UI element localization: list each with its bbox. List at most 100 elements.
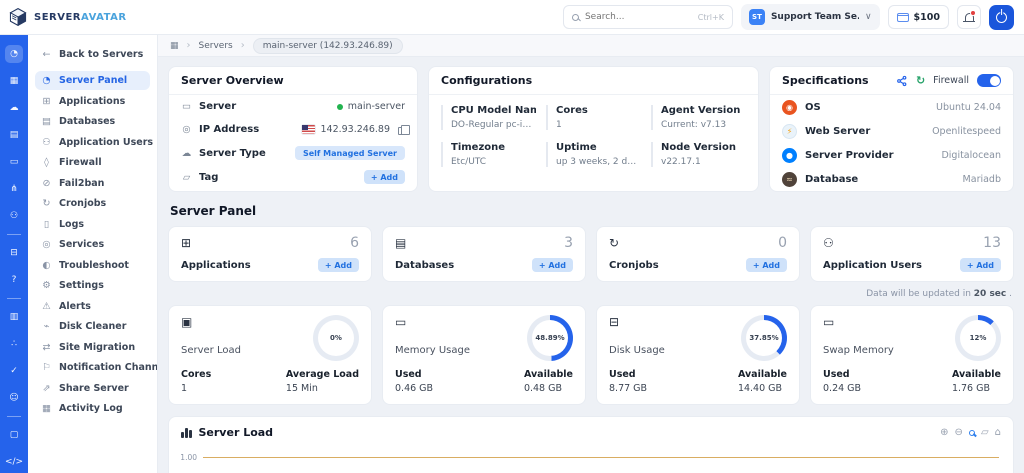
sidebar-item-troubleshoot[interactable]: ◐ Troubleshoot: [35, 256, 150, 275]
sidebar-item-server-panel[interactable]: ◔ Server Panel: [35, 71, 150, 90]
memory-usage-donut: 48.89%: [527, 315, 573, 361]
stat-count: 6: [350, 235, 359, 251]
copy-icon[interactable]: [398, 127, 405, 135]
sidebar-item-fail2ban[interactable]: ⊘ Fail2ban: [35, 174, 150, 193]
balance-button[interactable]: $100: [888, 5, 949, 29]
sidebar-back-to-servers[interactable]: ← Back to Servers: [35, 45, 150, 64]
notifications-button[interactable]: [957, 5, 981, 29]
search-input[interactable]: [585, 12, 692, 22]
config-label: Agent Version: [661, 105, 746, 116]
sidebar-item-site-migration[interactable]: ⇄ Site Migration: [35, 338, 150, 357]
donut-percent: 12%: [955, 315, 1001, 361]
sidebar-item-cronjobs[interactable]: ↻ Cronjobs: [35, 194, 150, 213]
overview-server-row: ▭Server main-server: [169, 95, 417, 118]
rail-divider: [7, 416, 21, 417]
cronjobs-icon: ↻: [609, 236, 619, 250]
refresh-icon[interactable]: ↻: [916, 75, 925, 86]
metric-label: Swap Memory: [823, 345, 894, 356]
firewall-toggle[interactable]: [977, 74, 1001, 87]
add-cronjob-button[interactable]: + Add: [746, 258, 787, 272]
sidebar-item-firewall[interactable]: ◊ Firewall: [35, 153, 150, 172]
zoom-in-icon[interactable]: ⊕: [940, 428, 948, 438]
disk-icon: ⊟: [609, 315, 665, 329]
metric-sub-label: Average Load: [286, 369, 359, 380]
sidebar-item-logs[interactable]: ▯ Logs: [35, 215, 150, 234]
pan-icon[interactable]: ▱: [981, 428, 989, 438]
server-load-donut: 0%: [313, 315, 359, 361]
sidebar-item-settings[interactable]: ⚙ Settings: [35, 276, 150, 295]
chart-plot-area[interactable]: 1.00: [169, 443, 1013, 462]
billing-icon[interactable]: ⊟: [5, 244, 23, 262]
sidebar-item-applications[interactable]: ⊞ Applications: [35, 92, 150, 111]
sidebar-item-notification-channels[interactable]: ⚐ Notification Channels: [35, 358, 150, 377]
stat-card-databases[interactable]: ▤3 Databases+ Add: [382, 226, 586, 282]
configurations-card: Configurations CPU Model NameDO-Regular …: [428, 66, 759, 192]
database-icon[interactable]: ▤: [5, 126, 23, 144]
nodes-icon[interactable]: ∴: [5, 335, 23, 353]
add-database-button[interactable]: + Add: [532, 258, 573, 272]
ip-address: 142.93.246.89: [320, 124, 390, 135]
overview-tag-row: ▱Tag + Add: [169, 165, 417, 189]
apps-icon[interactable]: ▦: [5, 72, 23, 90]
support-icon[interactable]: ☺: [5, 389, 23, 407]
cronjobs-icon: ↻: [41, 198, 52, 209]
add-tag-button[interactable]: + Add: [364, 170, 405, 184]
sidebar-item-databases[interactable]: ▤ Databases: [35, 112, 150, 131]
cloud-icon[interactable]: ☁: [5, 99, 23, 117]
config-value: Current: v7.13: [661, 120, 746, 130]
digitalocean-logo-icon: ●: [782, 148, 797, 163]
metric-sub-value: 0.24 GB: [823, 383, 861, 394]
sidebar-item-label: Disk Cleaner: [59, 321, 126, 332]
selection-zoom-icon[interactable]: [969, 430, 975, 436]
check-icon[interactable]: ✓: [5, 362, 23, 380]
metric-sub-value: 1.76 GB: [952, 383, 1001, 394]
team-icon[interactable]: ⚇: [5, 207, 23, 225]
metric-sub-label: Used: [823, 369, 861, 380]
brand-logo[interactable]: SERVERAVATAR: [8, 7, 127, 27]
breadcrumb: ▦ › Servers › main-server (142.93.246.89…: [158, 35, 1024, 57]
stat-card-cronjobs[interactable]: ↻0 Cronjobs+ Add: [596, 226, 800, 282]
sidebar-item-share-server[interactable]: ⇗ Share Server: [35, 379, 150, 398]
server-icon[interactable]: ▭: [5, 153, 23, 171]
add-application-user-button[interactable]: + Add: [960, 258, 1001, 272]
analytics-icon[interactable]: ▥: [5, 308, 23, 326]
sidebar-item-activity-log[interactable]: ▦ Activity Log: [35, 399, 150, 418]
panel-grid-icon[interactable]: ▦: [170, 41, 179, 51]
add-application-button[interactable]: + Add: [318, 258, 359, 272]
metric-label: Memory Usage: [395, 345, 470, 356]
stat-card-applications[interactable]: ⊞6 Applications+ Add: [168, 226, 372, 282]
code-icon[interactable]: </>: [5, 453, 23, 471]
share-icon[interactable]: [896, 75, 908, 87]
chart-icon: [181, 428, 192, 438]
sidebar-item-label: Troubleshoot: [59, 260, 129, 271]
stat-count: 13: [983, 235, 1001, 251]
stat-label: Applications: [181, 260, 251, 271]
stat-card-application-users[interactable]: ⚇13 Application Users+ Add: [810, 226, 1014, 282]
credit-card-icon: [897, 13, 909, 22]
tag-icon: ▱: [181, 172, 192, 183]
gauge-icon[interactable]: ◔: [5, 45, 23, 63]
network-icon[interactable]: ⋔: [5, 180, 23, 198]
metric-sub-label: Available: [738, 369, 787, 380]
metric-sub-label: Cores: [181, 369, 211, 380]
power-button[interactable]: [989, 5, 1014, 30]
breadcrumb-current-server[interactable]: main-server (142.93.246.89): [253, 38, 403, 54]
load-series-line: [203, 457, 999, 458]
breadcrumb-servers[interactable]: Servers: [199, 41, 233, 51]
overview-ip-row: ◎IP Address 142.93.246.89: [169, 118, 417, 141]
sidebar-item-services[interactable]: ◎ Services: [35, 235, 150, 254]
zoom-out-icon[interactable]: ⊖: [955, 428, 963, 438]
sidebar-item-application-users[interactable]: ⚇ Application Users: [35, 133, 150, 152]
search-box[interactable]: Ctrl+K: [563, 5, 733, 29]
sidebar-item-alerts[interactable]: ⚠ Alerts: [35, 297, 150, 316]
spec-label: Database: [805, 174, 858, 185]
status-dot: [337, 104, 343, 110]
box-icon[interactable]: ▢: [5, 426, 23, 444]
config-value: v22.17.1: [661, 157, 746, 167]
help-icon[interactable]: ?: [5, 271, 23, 289]
sidebar-item-disk-cleaner[interactable]: ⌁ Disk Cleaner: [35, 317, 150, 336]
alerts-icon: ⚠: [41, 301, 52, 312]
reset-zoom-icon[interactable]: ⌂: [995, 428, 1001, 438]
sidebar-item-label: Alerts: [59, 301, 91, 312]
user-menu[interactable]: ST Support Team Se... ∨: [741, 4, 880, 30]
